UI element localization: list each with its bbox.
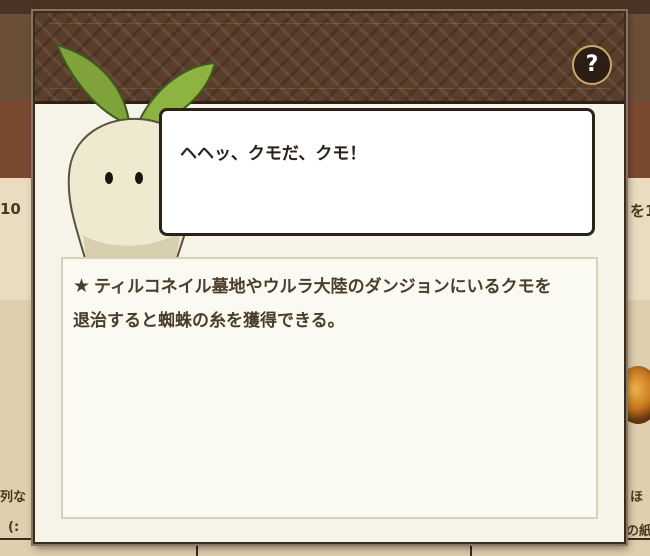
star-icon: ★ [73,275,91,297]
speech-text: ヘヘッ、クモだ、クモ！ [180,144,367,164]
background-text-fragment: (: [8,520,20,535]
description-text: ★ ティルコネイル墓地やウルラ大陸のダンジョンにいるクモを退治すると蜘蛛の糸を獲得… [73,269,563,338]
speech-bubble: ヘヘッ、クモだ、クモ！ [159,108,595,236]
description-body: ティルコネイル墓地やウルラ大陸のダンジョンにいるクモを退治すると蜘蛛の糸を獲得で… [73,277,552,331]
background-text-fragment: の紙 [626,524,650,539]
help-button[interactable]: ? [572,45,612,85]
background-text-fragment: を1 [630,202,650,220]
description-box: ★ ティルコネイル墓地やウルラ大陸のダンジョンにいるクモを退治すると蜘蛛の糸を獲得… [61,257,598,519]
info-popup: ? ヘヘッ、クモだ、クモ！ ★ ティルコネイル墓地やウルラ大陸のダンジョンにいるク… [33,11,626,544]
background-text-fragment: 10 [0,200,21,218]
background-text-fragment: ほ [630,490,644,505]
background-text-fragment: 列な [0,490,27,505]
